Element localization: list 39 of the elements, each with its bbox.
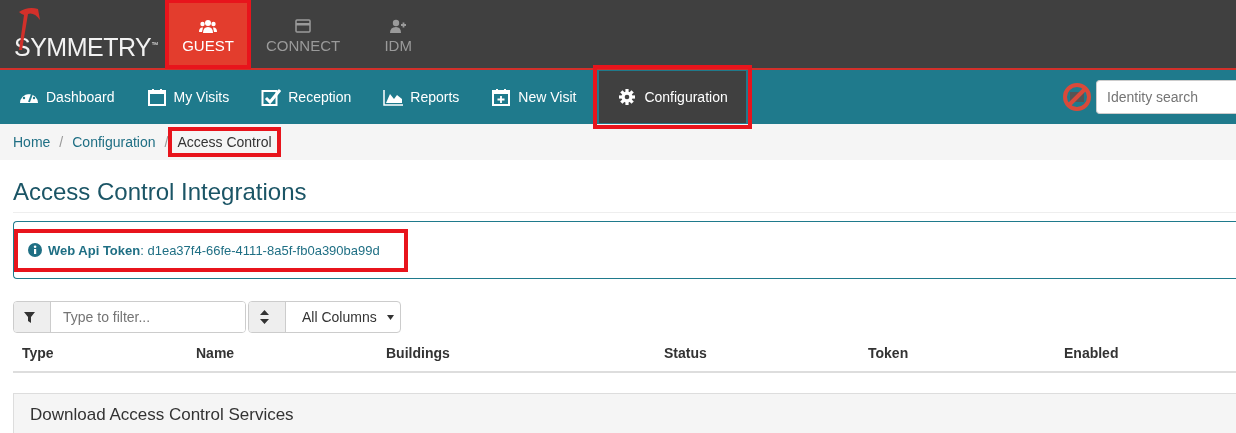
nav-tab[interactable]: Reception [246,72,367,122]
calendar-plus-icon [491,88,512,106]
gear-icon [617,88,638,106]
filter-input-group[interactable]: Type to filter... [13,301,246,333]
user-plus-icon [389,18,408,33]
brand-name: SYMMETRY$^{™}$ [14,33,158,62]
nav-tab[interactable]: Dashboard [4,72,130,122]
card-icon [294,18,313,33]
token-text: Web Api Token: d1ea37f4-66fe-4111-8a5f-fb0a390ba99d [48,242,380,258]
sort-icon [259,310,269,324]
dropdown-caret-icon [386,314,394,320]
column-header: Type [22,345,55,361]
panel-title: Download Access Control Services [30,405,294,425]
breadcrumb-link[interactable]: Access Control [168,127,281,157]
app-tab[interactable]: GUEST [166,0,250,68]
identity-search-field[interactable]: Identity search [1096,80,1236,114]
column-header: Status [664,345,708,361]
users-icon [199,18,217,33]
filter-icon [23,311,35,323]
column-select[interactable]: All Columns [248,301,401,333]
column-header: Enabled [1064,345,1120,361]
info-icon [28,243,42,257]
calendar-icon [146,88,167,106]
app-tab[interactable]: CONNECT [256,0,351,68]
breadcrumb-link[interactable]: Configuration [63,127,165,157]
area-chart-icon [383,88,404,106]
nav-tab[interactable]: My Visits [131,72,245,122]
checkbox-icon [261,88,282,106]
prohibited-card-icon[interactable] [1062,82,1092,112]
column-header: Buildings [386,345,451,361]
column-header: Name [196,345,236,361]
nav-tab[interactable]: Reports [368,72,475,122]
column-header: Token [868,345,910,361]
app-tab[interactable]: IDM [356,0,441,68]
breadcrumb-separator: / [59,134,64,150]
page-title: Access Control Integrations [13,178,1236,213]
nav-tab[interactable]: New Visit [476,72,592,122]
breadcrumb-separator: / [164,134,169,150]
breadcrumb-link[interactable]: Home [4,127,60,157]
